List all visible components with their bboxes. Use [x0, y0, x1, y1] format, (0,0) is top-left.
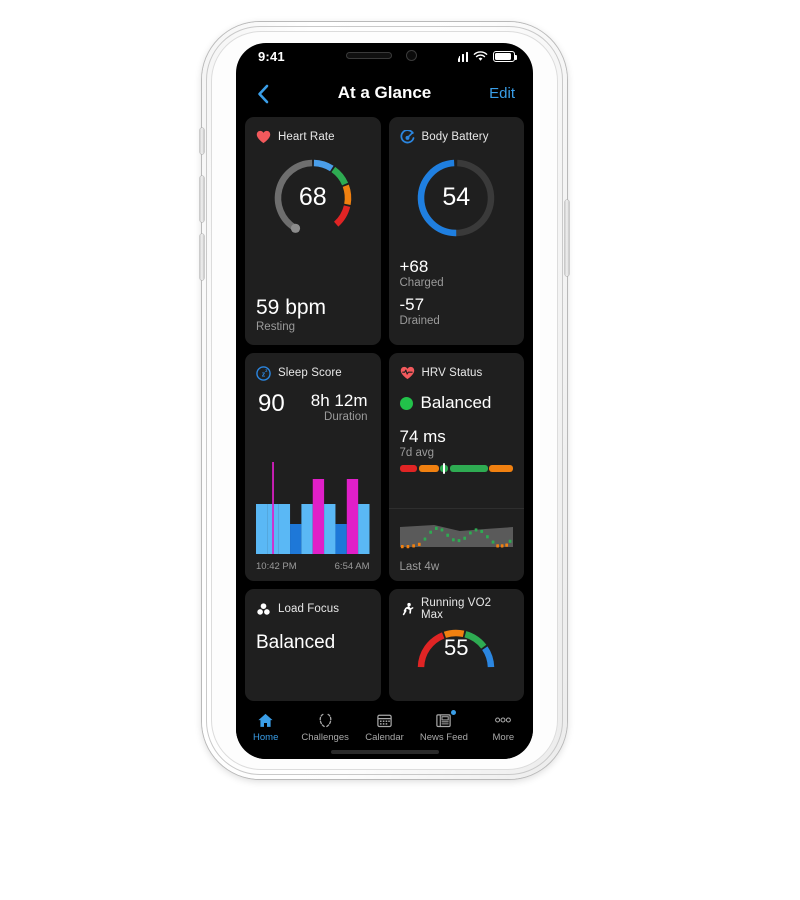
- volume-down-button[interactable]: [200, 234, 204, 280]
- sleep-duration-label: Duration: [324, 410, 368, 423]
- tab-label: More: [492, 732, 515, 743]
- tab-label: News Feed: [419, 732, 468, 743]
- hrv-status-row: Balanced: [399, 393, 514, 413]
- silence-switch[interactable]: [200, 128, 204, 154]
- card-header: Body Battery: [399, 128, 514, 146]
- hrv-range-bar: [399, 463, 514, 474]
- hrv-status-text: Balanced: [420, 393, 492, 412]
- body-battery-stats: +68 Charged -57 Drained: [400, 257, 444, 333]
- card-header: z z Sleep Score: [256, 364, 370, 382]
- heart-rate-caption: Resting: [256, 321, 295, 333]
- card-title: HRV Status: [421, 367, 483, 379]
- page-root: 9:41 At a Glance Edit Heart Rate 68 59 b…: [0, 0, 800, 900]
- front-camera-icon: [405, 50, 417, 61]
- heart-icon: [256, 130, 271, 144]
- sleep-stage-chart: [256, 459, 370, 554]
- home-icon: [257, 711, 274, 729]
- tab-more[interactable]: More: [474, 711, 533, 743]
- card-title: Running VO2 Max: [420, 597, 492, 621]
- hrv-range-segment: [418, 465, 439, 472]
- hrv-heart-icon: [400, 366, 414, 380]
- notch: [309, 43, 460, 69]
- tab-calendar[interactable]: Calendar: [355, 711, 414, 743]
- tab-challenges[interactable]: Challenges: [295, 711, 354, 743]
- hrv-range-segment: [399, 465, 418, 472]
- drained-stat: -57 Drained: [400, 295, 444, 327]
- news-icon: [435, 711, 452, 729]
- glance-cards-scroll[interactable]: Heart Rate 68 59 bpm Resting Body Batter…: [236, 117, 533, 705]
- hrv-value: 74 ms: [399, 427, 446, 446]
- sleep-icon: z z: [256, 365, 271, 381]
- card-sleep-score[interactable]: z z Sleep Score 90 8h 12m Duration 10:42…: [245, 353, 381, 581]
- sleep-duration-value: 8h 12m: [310, 391, 368, 410]
- status-badge: [399, 396, 413, 410]
- charged-stat: +68 Charged: [400, 257, 444, 289]
- card-title: Sleep Score: [278, 367, 342, 379]
- nav-bar: At a Glance Edit: [236, 73, 533, 117]
- body-battery-gauge: 54: [400, 152, 514, 244]
- card-load-focus[interactable]: Load Focus Balanced: [245, 589, 381, 701]
- card-body-battery[interactable]: Body Battery 54 +68 Charged -57 Drained: [388, 117, 524, 345]
- hrv-range-segment: [489, 465, 514, 472]
- hrv-value-label: 7d avg: [399, 447, 435, 459]
- load-focus-value: Balanced: [256, 632, 336, 653]
- drained-value: -57: [399, 295, 425, 314]
- card-header: Running VO2 Max: [400, 597, 514, 621]
- card-title: Load Focus: [278, 603, 340, 615]
- heart-rate-bpm: 59 bpm: [256, 296, 327, 319]
- vo2-value: 55: [444, 635, 469, 660]
- laurel-icon: [317, 711, 334, 729]
- status-bar-icons: [453, 51, 518, 62]
- hrv-range-marker: [442, 463, 446, 474]
- wifi-icon: [473, 51, 488, 61]
- body-battery-gauge-value: 54: [442, 182, 471, 211]
- charged-label: Charged: [399, 277, 444, 289]
- hrv-range-segment: [449, 465, 488, 472]
- tab-label: Calendar: [365, 732, 404, 743]
- card-title: Heart Rate: [278, 131, 335, 143]
- sleep-score-value: 90: [258, 390, 285, 417]
- charged-value: +68: [399, 257, 429, 276]
- power-button[interactable]: [565, 200, 569, 276]
- sleep-start-time: 10:42 PM: [256, 561, 297, 572]
- status-bar-time: 9:41: [258, 49, 285, 64]
- volume-up-button[interactable]: [200, 176, 204, 222]
- hrv-trend-label: Last 4w: [399, 561, 440, 573]
- running-icon: [402, 602, 413, 615]
- card-header: Heart Rate: [256, 128, 370, 146]
- cards-grid: Heart Rate 68 59 bpm Resting Body Batter…: [245, 117, 524, 701]
- tab-news-feed[interactable]: News Feed: [414, 710, 473, 743]
- tab-home[interactable]: Home: [236, 711, 295, 743]
- sleep-time-axis: 10:42 PM 6:54 AM: [256, 561, 370, 572]
- sleep-duration-block: 8h 12m Duration: [310, 391, 368, 423]
- card-heart-rate[interactable]: Heart Rate 68 59 bpm Resting: [245, 117, 381, 345]
- home-indicator: [330, 750, 439, 754]
- sleep-summary: 90 8h 12m Duration: [256, 386, 370, 423]
- tab-label: Home: [253, 732, 279, 743]
- tab-label: Challenges: [301, 732, 349, 743]
- card-running-vo2-max[interactable]: Running VO2 Max 55: [388, 589, 524, 701]
- heart-rate-gauge: 68: [256, 152, 370, 244]
- heart-rate-gauge-value: 68: [298, 182, 327, 211]
- phone-screen: 9:41 At a Glance Edit Heart Rate 68 59 b…: [236, 43, 533, 759]
- card-header: HRV Status: [400, 364, 514, 382]
- card-header: Load Focus: [256, 600, 370, 618]
- body-battery-icon: [399, 129, 414, 143]
- earpiece-speaker-icon: [345, 52, 392, 59]
- calendar-icon: [376, 711, 393, 729]
- card-divider: [388, 508, 524, 509]
- battery-icon: [493, 51, 518, 62]
- card-title: Body Battery: [421, 131, 489, 143]
- sleep-end-time: 6:54 AM: [334, 561, 370, 572]
- drained-label: Drained: [399, 315, 440, 327]
- notification-badge: [450, 710, 456, 715]
- hrv-trend-chart: [399, 517, 513, 555]
- card-hrv-status[interactable]: HRV Status Balanced 74 ms 7d avg Last 4w: [388, 353, 524, 581]
- edit-button[interactable]: Edit: [489, 85, 515, 102]
- more-dots-icon: [494, 711, 512, 729]
- load-focus-icon: [257, 602, 270, 615]
- heart-rate-footer: 59 bpm Resting: [256, 296, 326, 333]
